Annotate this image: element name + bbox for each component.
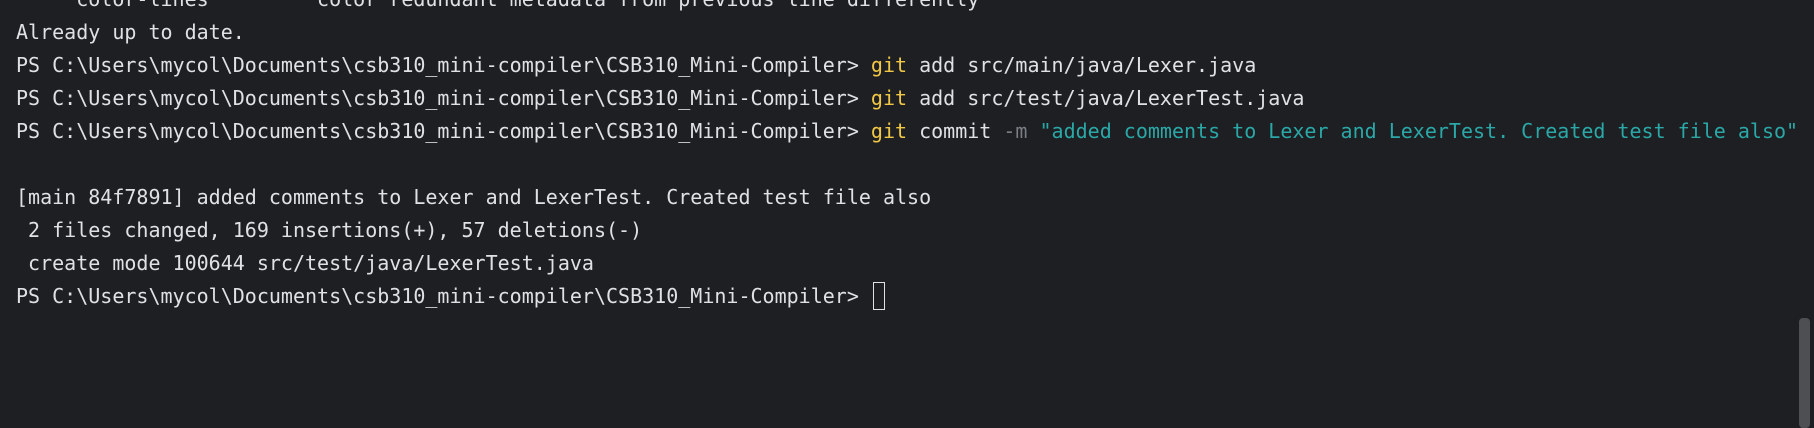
- text-cursor[interactable]: [872, 282, 885, 310]
- vertical-scrollbar[interactable]: [1796, 0, 1814, 428]
- prompt: PS C:\Users\mycol\Documents\csb310_mini-…: [16, 53, 871, 77]
- commit-message-string: "added comments to Lexer and LexerTest. …: [1027, 119, 1799, 143]
- output-line-stats: 2 files changed, 169 insertions(+), 57 d…: [16, 218, 643, 242]
- command-args: add src/main/java/Lexer.java: [907, 53, 1257, 77]
- command-line-add-lexer-test: PS C:\Users\mycol\Documents\csb310_mini-…: [16, 82, 1794, 115]
- prompt: PS C:\Users\mycol\Documents\csb310_mini-…: [16, 86, 871, 110]
- prompt: PS C:\Users\mycol\Documents\csb310_mini-…: [16, 284, 871, 308]
- output-line-up-to-date: Already up to date.: [16, 20, 245, 44]
- command-line-add-lexer: PS C:\Users\mycol\Documents\csb310_mini-…: [16, 49, 1794, 82]
- command-args: add src/test/java/LexerTest.java: [907, 86, 1305, 110]
- command-subcommand: commit: [907, 119, 1004, 143]
- prompt: PS C:\Users\mycol\Documents\csb310_mini-…: [16, 119, 871, 143]
- command-line-commit: PS C:\Users\mycol\Documents\csb310_mini-…: [16, 115, 1798, 148]
- output-line-blank: [16, 148, 1794, 181]
- output-line-create-mode: create mode 100644 src/test/java/LexerTe…: [16, 251, 594, 275]
- command-line-final[interactable]: PS C:\Users\mycol\Documents\csb310_mini-…: [16, 280, 1794, 313]
- command-name: git: [870, 119, 908, 143]
- terminal-output: color-lines color redundant metadata fro…: [16, 0, 1798, 313]
- command-name: git: [870, 53, 908, 77]
- scrollbar-thumb[interactable]: [1799, 318, 1810, 428]
- output-line-commit-result: [main 84f7891] added comments to Lexer a…: [16, 185, 932, 209]
- output-line-cutoff: color-lines color redundant metadata fro…: [16, 0, 1794, 16]
- terminal-window[interactable]: color-lines color redundant metadata fro…: [0, 0, 1814, 428]
- command-name: git: [870, 86, 908, 110]
- command-flag: -m: [1003, 119, 1028, 143]
